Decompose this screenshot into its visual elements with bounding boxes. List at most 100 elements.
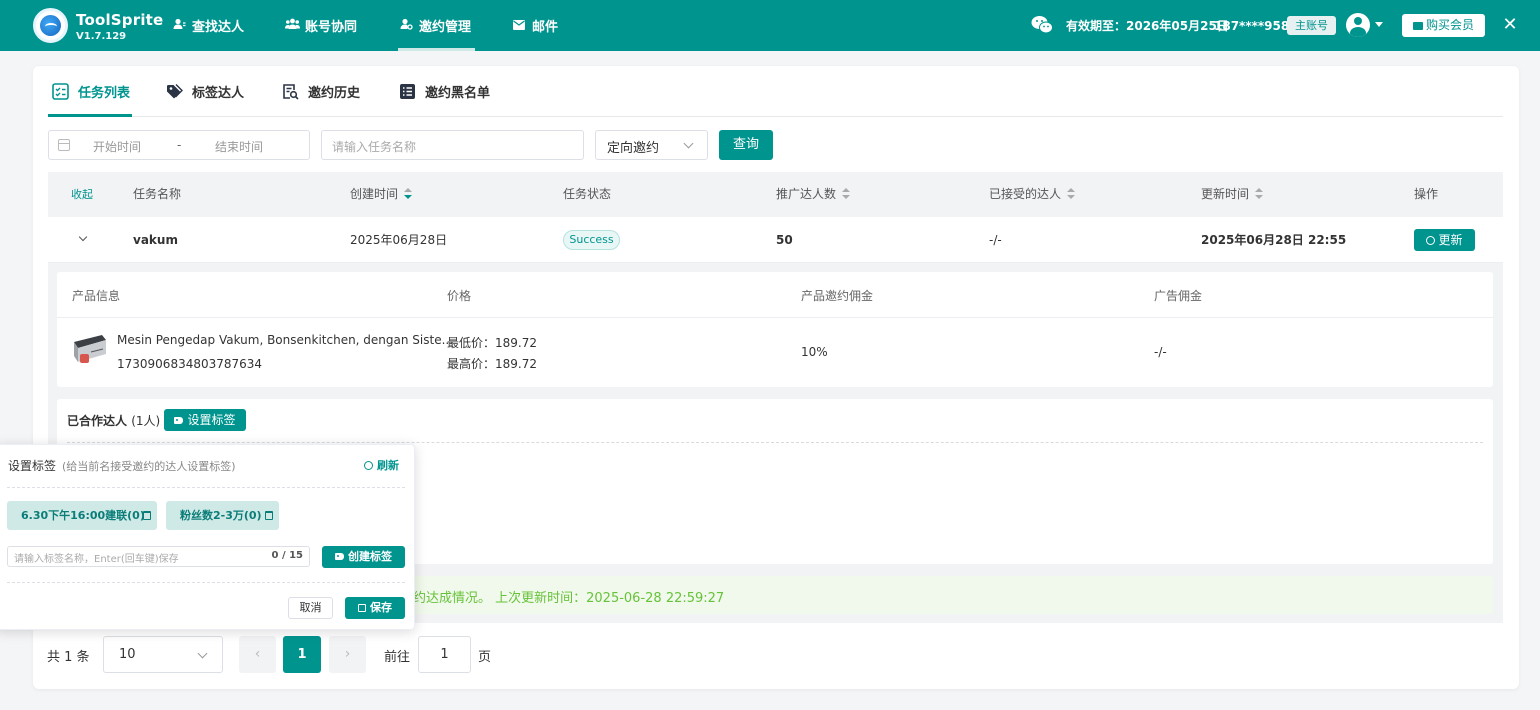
tag-name-input[interactable]: 请输入标签名称，Enter(回车键)保存 0 / 15 <box>7 546 310 567</box>
chevron-down-icon[interactable] <box>78 232 88 242</box>
col-accepted[interactable]: 已接受的达人 <box>989 172 1076 217</box>
phone-text: 187****9589 <box>1214 18 1298 33</box>
ad-commission: -/- <box>1154 345 1167 359</box>
product-thumbnail[interactable] <box>71 330 109 368</box>
trash-icon[interactable] <box>265 511 273 520</box>
page-suffix: 页 <box>478 650 492 665</box>
avatar[interactable] <box>1346 13 1370 37</box>
close-icon[interactable]: ✕ <box>1501 13 1519 37</box>
commission-header: 产品邀约佣金 <box>801 289 874 303</box>
query-button[interactable]: 查询 <box>719 130 773 160</box>
end-date-input[interactable]: 结束时间 <box>215 138 263 155</box>
popover-title: 设置标签 (给当前名接受邀约的达人设置标签) <box>8 457 236 474</box>
user-gear-icon <box>399 18 413 33</box>
nav-item-account-collab[interactable]: 账号协同 <box>285 0 357 51</box>
range-separator: - <box>177 138 182 152</box>
app-name: ToolSprite <box>76 11 164 29</box>
calendar-icon <box>58 139 70 151</box>
create-tag-button[interactable]: 创建标签 <box>322 546 405 568</box>
page-size-select[interactable]: 10 <box>103 636 223 673</box>
col-promote-count[interactable]: 推广达人数 <box>776 172 851 217</box>
refresh-icon <box>364 461 373 470</box>
refresh-tags-button[interactable]: 刷新 <box>364 457 399 473</box>
top-bar: ToolSprite V1.7.129 查找达人 账号协同 邀约管理 邮件 有效… <box>0 0 1540 51</box>
tab-invite-blacklist[interactable]: 邀约黑名单 <box>399 66 490 117</box>
task-name-input[interactable]: 请输入任务名称 <box>321 130 584 160</box>
set-tag-label: 设置标签 <box>187 413 236 427</box>
refresh-icon <box>1426 236 1436 245</box>
refresh-label: 刷新 <box>377 459 399 472</box>
tags-icon <box>167 84 183 99</box>
create-tag-label: 创建标签 <box>348 550 392 563</box>
tag-chip-label: 6.30下午16:00建联(0) <box>21 509 145 522</box>
created-time-cell: 2025年06月28日 <box>350 233 448 247</box>
col-updated-time[interactable]: 更新时间 <box>1201 172 1264 217</box>
collapse-all-link[interactable]: 收起 <box>71 172 93 217</box>
nav-label: 邮件 <box>532 20 559 35</box>
cooperated-title: 已合作达人 (1人) <box>67 412 160 429</box>
cancel-button[interactable]: 取消 <box>288 597 333 619</box>
wallet-icon <box>1412 22 1423 30</box>
nav-item-invite-management[interactable]: 邀约管理 <box>399 0 471 51</box>
app-version: V1.7.129 <box>76 31 127 42</box>
chevron-down-icon[interactable] <box>1375 22 1383 27</box>
product-card: 产品信息 价格 产品邀约佣金 广告佣金 Mesin Pengedap Vakum… <box>57 272 1493 387</box>
status-badge: Success <box>563 230 620 250</box>
sort-icon[interactable] <box>404 188 413 200</box>
prev-page-button[interactable]: ‹ <box>239 636 276 673</box>
price-header: 价格 <box>447 289 472 303</box>
tag-icon <box>174 417 184 424</box>
wechat-icon[interactable] <box>1031 15 1053 35</box>
sub-tabs: 任务列表 标签达人 邀约历史 邀约黑名单 <box>48 66 1503 117</box>
expiry-text: 有效期至：2026年05月25日 <box>1066 19 1229 33</box>
tab-tagged-creators[interactable]: 标签达人 <box>166 66 244 117</box>
goto-page-input[interactable]: 1 <box>418 636 471 673</box>
task-name-cell: vakum <box>133 233 178 247</box>
buy-membership-button[interactable]: 购买会员 <box>1402 14 1485 37</box>
tab-task-list[interactable]: 任务列表 <box>52 66 130 117</box>
trash-icon[interactable] <box>143 511 151 520</box>
invite-type-value: 定向邀约 <box>607 141 660 156</box>
col-promote-label: 推广达人数 <box>776 187 837 201</box>
nav-label: 邀约管理 <box>419 20 472 35</box>
set-tag-button[interactable]: 设置标签 <box>164 409 246 431</box>
sort-icon[interactable] <box>842 188 851 200</box>
invite-type-select[interactable]: 定向邀约 <box>595 130 708 160</box>
save-icon <box>358 604 366 612</box>
start-date-input[interactable]: 开始时间 <box>93 138 141 155</box>
sort-icon[interactable] <box>1255 188 1264 200</box>
goto-label: 前往 <box>384 650 411 665</box>
col-created-time[interactable]: 创建时间 <box>350 172 413 217</box>
page-number-current[interactable]: 1 <box>283 636 321 673</box>
invite-commission: 10% <box>801 345 828 359</box>
next-page-button[interactable]: › <box>329 636 366 673</box>
date-range-picker[interactable]: 开始时间 - 结束时间 <box>48 130 310 160</box>
product-info-header: 产品信息 <box>72 289 121 303</box>
users-icon <box>285 18 300 33</box>
set-tag-popover: 设置标签 (给当前名接受邀约的达人设置标签) 刷新 6.30下午16:00建联(0… <box>0 444 415 630</box>
update-button[interactable]: 更新 <box>1414 229 1475 251</box>
popover-subtitle: (给当前名接受邀约的达人设置标签) <box>62 460 236 473</box>
tag-name-placeholder: 请输入标签名称，Enter(回车键)保存 <box>14 554 179 565</box>
tab-label: 邀约黑名单 <box>425 86 491 101</box>
sort-icon[interactable] <box>1067 188 1076 200</box>
col-action: 操作 <box>1414 187 1439 201</box>
pagination-total: 共 1 条 <box>47 650 90 665</box>
cooperated-count: (1人) <box>131 414 161 428</box>
save-button[interactable]: 保存 <box>345 597 405 619</box>
col-accepted-label: 已接受的达人 <box>989 187 1062 201</box>
tag-chip[interactable]: 粉丝数2-3万(0) <box>166 501 279 530</box>
updated-time-cell: 2025年06月28日 22:55 <box>1201 233 1347 247</box>
nav-item-find-creators[interactable]: 查找达人 <box>172 0 244 51</box>
save-label: 保存 <box>370 601 392 614</box>
blacklist-icon <box>400 84 415 99</box>
tab-label: 标签达人 <box>192 86 245 101</box>
product-name[interactable]: Mesin Pengedap Vakum, Bonsenkitchen, den… <box>117 333 453 347</box>
cooperated-title-text: 已合作达人 <box>67 414 128 428</box>
tab-invite-history[interactable]: 邀约历史 <box>282 66 360 117</box>
role-badge: 主账号 <box>1287 16 1336 35</box>
user-search-icon <box>172 18 186 33</box>
product-id: 1730906834803787634 <box>117 357 263 371</box>
nav-item-mail[interactable]: 邮件 <box>512 0 558 51</box>
tag-chip[interactable]: 6.30下午16:00建联(0) <box>7 501 157 530</box>
